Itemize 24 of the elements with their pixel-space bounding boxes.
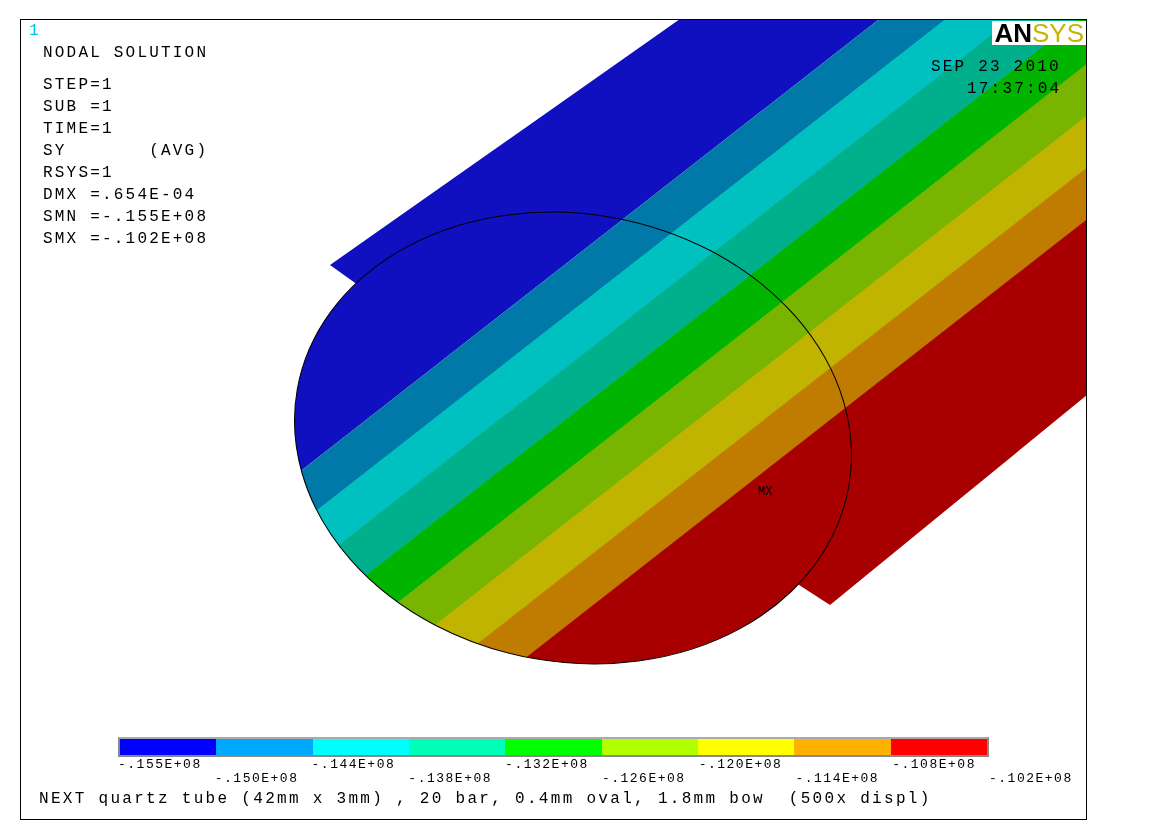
plot-caption: NEXT quartz tube (42mm x 3mm) , 20 bar, 0.4mm oval, 1.8mm bow (500x displ)	[39, 790, 932, 808]
max-marker: MX	[758, 485, 773, 499]
legend-label: -.132E+08	[505, 757, 589, 772]
info-line: DMX =.654E-04	[43, 185, 198, 206]
info-line: SMN =-.155E+08	[43, 207, 209, 228]
plot-title: NODAL SOLUTION	[43, 43, 209, 64]
legend-label: -.120E+08	[698, 757, 783, 772]
legend-label: -.102E+08	[989, 771, 1073, 786]
info-line: TIME=1	[43, 119, 115, 140]
legend-label: -.150E+08	[214, 771, 299, 786]
info-line: SY (AVG)	[43, 141, 209, 162]
legend-label: -.108E+08	[892, 757, 976, 772]
info-line: RSYS=1	[43, 163, 115, 184]
info-line: STEP=1	[43, 75, 115, 96]
legend-label: -.126E+08	[601, 771, 686, 786]
legend-label: -.138E+08	[408, 771, 493, 786]
info-line: SUB =1	[43, 97, 115, 118]
legend-label: -.114E+08	[795, 771, 880, 786]
legend-label: -.155E+08	[118, 757, 202, 772]
logo: ANSYS	[992, 21, 1086, 45]
plot-date: SEP 23 2010	[931, 58, 1061, 76]
window-number: 1	[29, 22, 39, 40]
legend-label: -.144E+08	[311, 757, 396, 772]
info-line: SMX =-.102E+08	[43, 229, 209, 250]
